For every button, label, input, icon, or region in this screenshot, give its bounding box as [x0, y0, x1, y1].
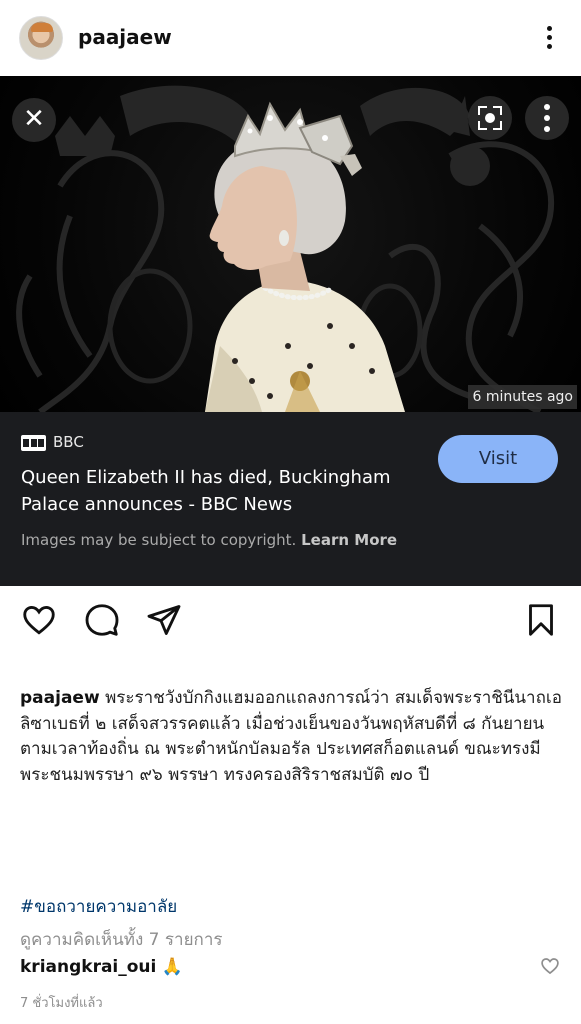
send-icon[interactable] [146, 602, 182, 638]
post-username[interactable]: paajaew [78, 25, 172, 49]
comment-like-heart-icon[interactable] [540, 956, 560, 976]
time-badge: 6 minutes ago [468, 385, 577, 409]
post-caption: paajaew พระราชวังบักกิงแฮมออกแถลงการณ์ว่… [20, 686, 565, 788]
post-header: paajaew [0, 0, 581, 76]
hashtag-link[interactable]: #ขอถวายความอาลัย [20, 893, 177, 920]
avatar[interactable] [19, 16, 63, 60]
source-name: BBC [53, 433, 84, 451]
comment-text: 🙏 [161, 957, 183, 977]
view-all-comments-link[interactable]: ดูความคิดเห็นทั้ง 7 รายการ [20, 926, 223, 953]
caption-text: พระราชวังบักกิงแฮมออกแถลงการณ์ว่า สมเด็จ… [20, 688, 562, 785]
bbc-logo-icon [21, 435, 46, 451]
visual-search-icon[interactable] [468, 96, 512, 140]
heart-icon[interactable] [21, 602, 57, 638]
post-timestamp: 7 ชั่วโมงที่แล้ว [20, 996, 103, 1011]
comment-username[interactable]: kriangkrai_oui [20, 957, 156, 977]
copyright-notice: Images may be subject to copyright. Lear… [21, 531, 397, 549]
comment-icon[interactable] [84, 602, 120, 638]
queen-portrait-image: ✕ 6 minutes ago [0, 76, 581, 412]
action-bar [0, 592, 581, 646]
comment-row: kriangkrai_oui 🙏 [20, 957, 183, 977]
bookmark-icon[interactable] [523, 602, 559, 638]
more-options-icon[interactable] [538, 24, 560, 52]
copyright-text: Images may be subject to copyright. [21, 531, 297, 549]
caption-username[interactable]: paajaew [20, 688, 100, 708]
post-media: ✕ 6 minutes ago BBC Queen Elizabeth II h… [0, 76, 581, 586]
more-vertical-icon[interactable] [525, 96, 569, 140]
close-icon[interactable]: ✕ [12, 98, 56, 142]
visit-button[interactable]: Visit [438, 435, 558, 483]
learn-more-link[interactable]: Learn More [301, 531, 397, 549]
article-headline[interactable]: Queen Elizabeth II has died, Buckingham … [21, 464, 413, 518]
